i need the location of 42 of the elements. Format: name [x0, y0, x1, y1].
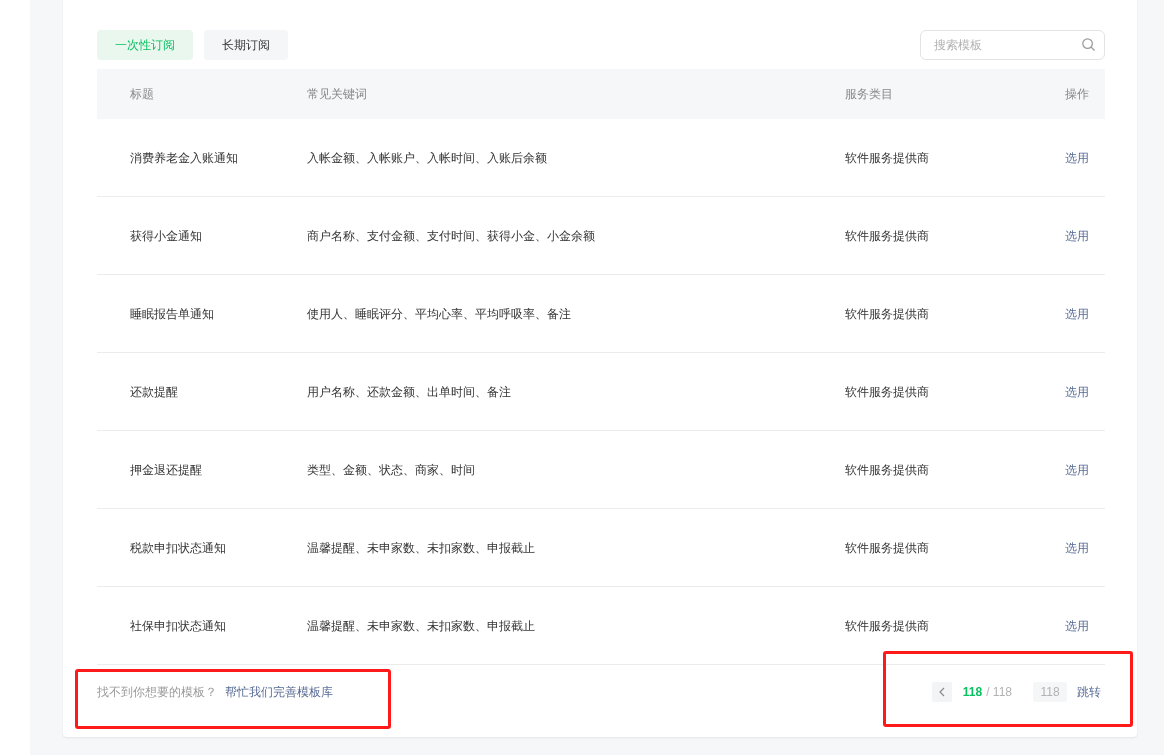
column-header: 操作	[1064, 86, 1090, 103]
table-cell-text: 温馨提醒、未申家数、未扣家数、申报截止	[307, 617, 536, 635]
select-link[interactable]: 选用	[1065, 306, 1089, 321]
table-cell-text: 商户名称、支付金额、支付时间、获得小金、小金余额	[307, 227, 596, 245]
select-link[interactable]: 选用	[1065, 150, 1089, 165]
search-field[interactable]: 搜索模板	[920, 30, 1105, 60]
select-link[interactable]: 选用	[1065, 228, 1089, 243]
table-cell-text: 消费养老金入账通知	[129, 149, 239, 167]
table-cell-text: 使用人、睡眠评分、平均心率、平均呼吸率、备注	[307, 305, 572, 323]
select-link[interactable]: 选用	[1065, 618, 1089, 633]
table-cell-text: 类型、金额、状态、商家、时间	[307, 461, 476, 479]
table-cell-text: 软件服务提供商	[845, 305, 930, 323]
table-cell-text: 温馨提醒、未申家数、未扣家数、申报截止	[307, 539, 536, 557]
table-cell-text: 社保申扣状态通知	[129, 617, 227, 635]
table-cell-text: 获得小金通知	[129, 227, 203, 245]
table-cell-text: 软件服务提供商	[845, 539, 930, 557]
table-cell-text: 睡眠报告单通知	[129, 305, 215, 323]
current-page: 118	[962, 684, 983, 701]
column-header: 服务类目	[845, 86, 894, 103]
jump-link[interactable]: 跳转	[1077, 682, 1101, 702]
table-cell-text: 用户名称、还款金额、出单时间、备注	[307, 383, 512, 401]
select-link[interactable]: 选用	[1065, 540, 1089, 555]
table-cell-text: 软件服务提供商	[845, 227, 930, 245]
chevron-left-icon	[938, 687, 945, 697]
table-cell-text: 软件服务提供商	[845, 383, 930, 401]
table-cell-text: 税款申扣状态通知	[129, 539, 227, 557]
select-link[interactable]: 选用	[1065, 462, 1089, 477]
previous-page-button[interactable]	[931, 682, 952, 702]
table-cell-text: 入帐金额、入帐账户、入帐时间、入账后余额	[307, 149, 548, 167]
feedback-link[interactable]: 帮忙我们完善模板库	[225, 682, 333, 702]
column-header: 常见关键词	[307, 86, 368, 103]
table-cell-text: 押金退还提醒	[129, 461, 203, 479]
table-cell-text: 还款提醒	[129, 383, 179, 401]
column-header: 标题	[129, 86, 155, 103]
hint-text: 找不到你想要的模板？	[97, 684, 217, 701]
table-cell-text: 软件服务提供商	[845, 617, 930, 635]
search-icon[interactable]	[1082, 38, 1095, 51]
table-cell-text: 软件服务提供商	[845, 461, 930, 479]
total-pages: / 118	[986, 684, 1012, 701]
tab[interactable]: 长期订阅	[204, 30, 288, 60]
select-link[interactable]: 选用	[1065, 384, 1089, 399]
table-cell-text: 软件服务提供商	[845, 149, 930, 167]
